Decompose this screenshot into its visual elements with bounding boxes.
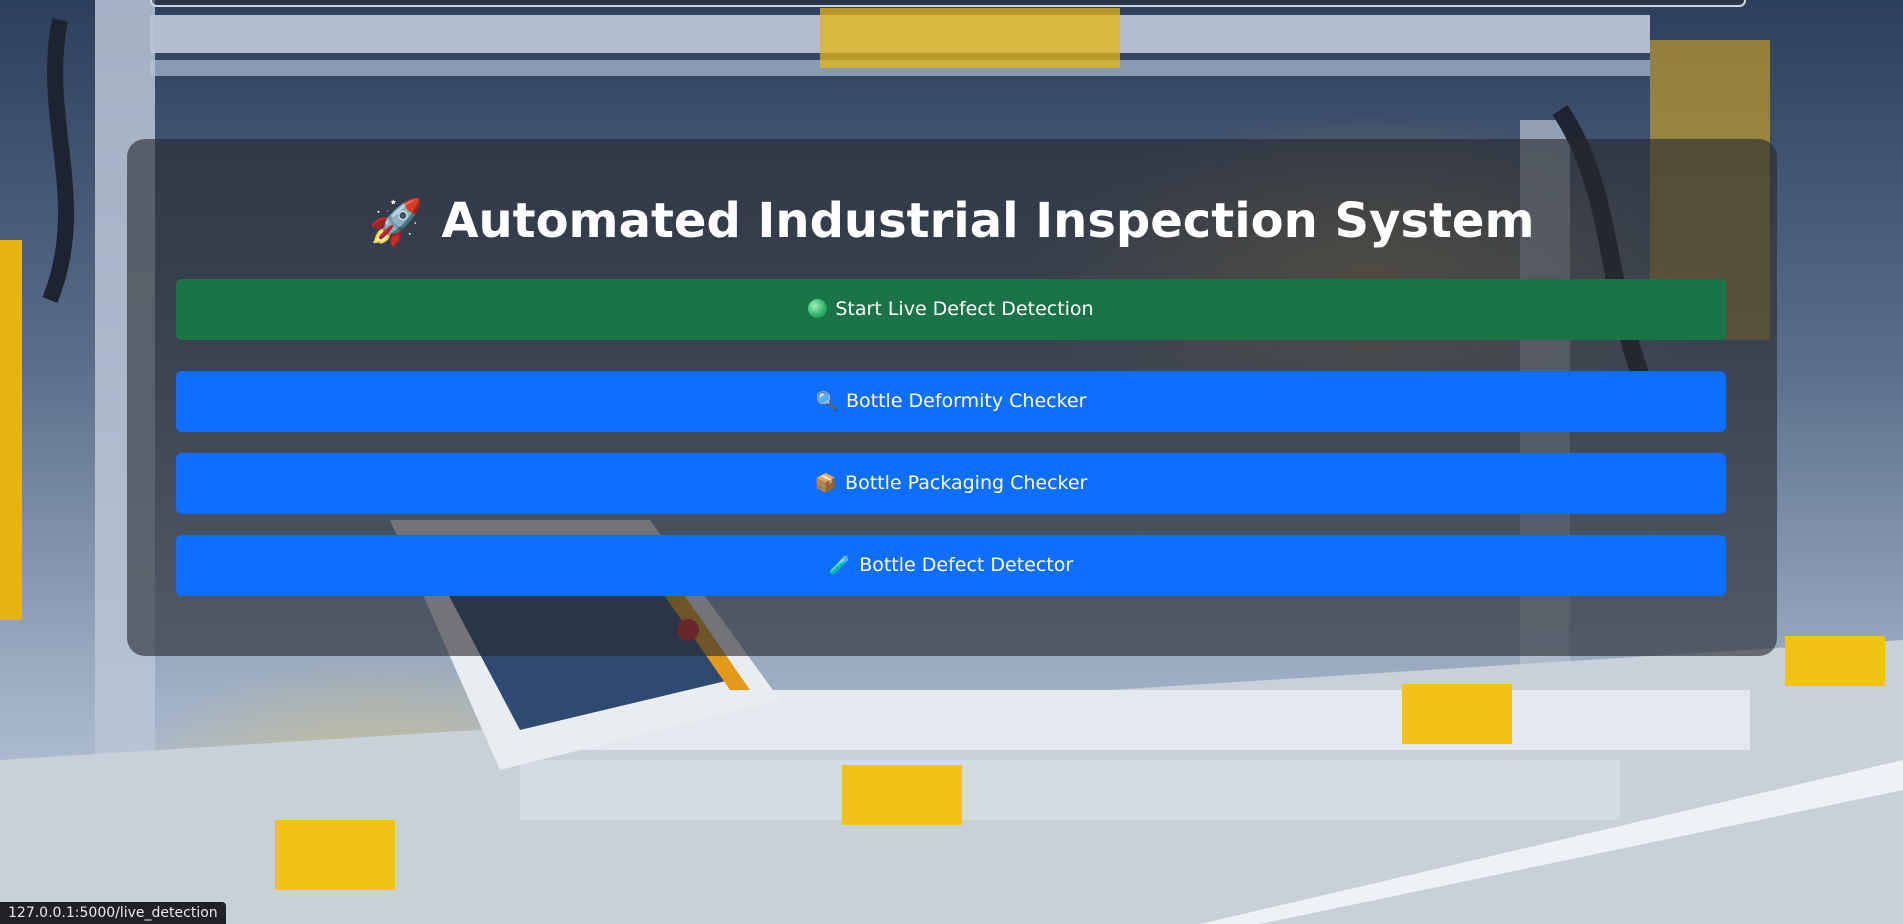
start-live-detection-button[interactable]: Start Live Defect Detection bbox=[176, 279, 1726, 340]
bottle-packaging-checker-label: Bottle Packaging Checker bbox=[845, 472, 1088, 494]
bottle-deformity-checker-button[interactable]: 🔍 Bottle Deformity Checker bbox=[176, 371, 1726, 432]
bottle-packaging-checker-button[interactable]: 📦 Bottle Packaging Checker bbox=[176, 453, 1726, 514]
start-live-detection-label: Start Live Defect Detection bbox=[835, 298, 1094, 320]
page-title-text: Automated Industrial Inspection System bbox=[441, 193, 1535, 249]
bottle-defect-detector-button[interactable]: 🧪 Bottle Defect Detector bbox=[176, 535, 1726, 596]
browser-address-bar-edge bbox=[150, 0, 1746, 7]
green-circle-icon bbox=[808, 299, 828, 318]
bottle-deformity-checker-label: Bottle Deformity Checker bbox=[845, 390, 1087, 412]
page-title: 🚀 Automated Industrial Inspection System bbox=[0, 188, 1903, 256]
package-icon: 📦 bbox=[814, 473, 838, 494]
magnifier-icon: 🔍 bbox=[815, 391, 838, 412]
test-tube-icon: 🧪 bbox=[828, 555, 852, 576]
rocket-icon: 🚀 bbox=[368, 197, 424, 248]
bottle-defect-detector-label: Bottle Defect Detector bbox=[859, 554, 1074, 576]
status-bar-url: 127.0.0.1:5000/live_detection bbox=[0, 902, 226, 924]
